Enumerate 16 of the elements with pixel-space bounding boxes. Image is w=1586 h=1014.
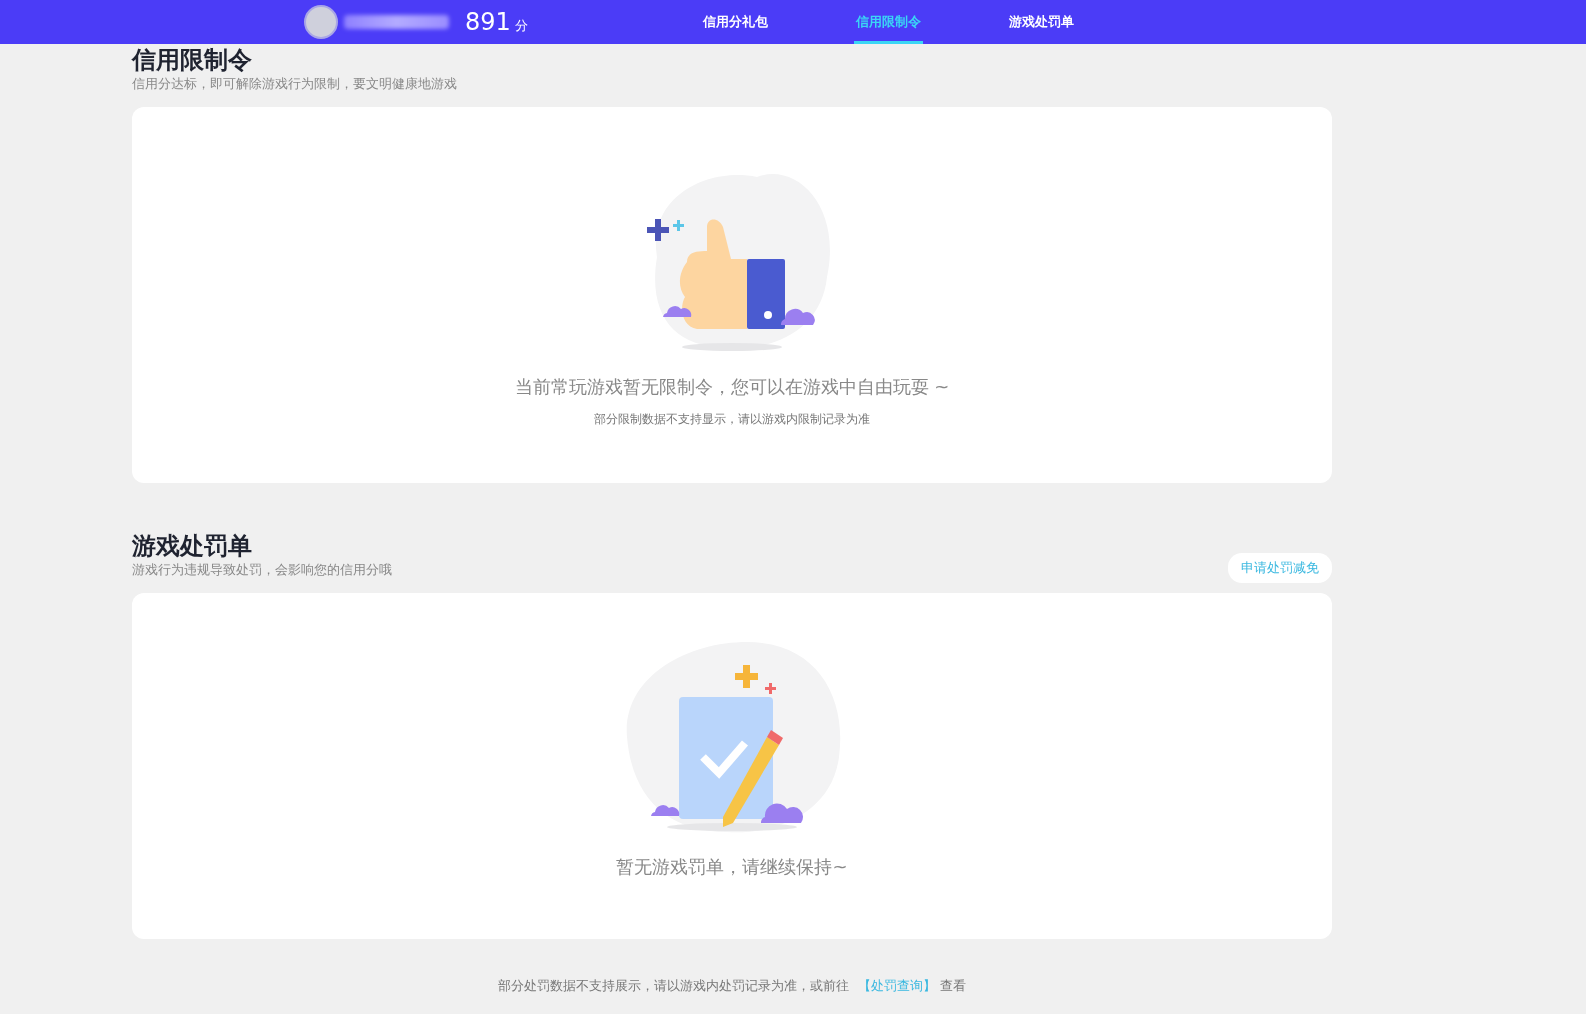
empty-message: 当前常玩游戏暂无限制令，您可以在游戏中自由玩耍 ~	[514, 375, 950, 399]
empty-message: 暂无游戏罚单，请继续保持~	[616, 855, 848, 879]
section-title: 信用限制令	[132, 45, 253, 75]
section-subtitle: 游戏行为违规导致处罚，会影响您的信用分哦	[132, 561, 392, 579]
section-title: 游戏处罚单	[132, 531, 253, 561]
nav-tab[interactable]: 游戏处罚单	[1006, 0, 1076, 44]
nav-tab[interactable]: 信用限制令	[853, 0, 923, 44]
credit-score: 891	[465, 8, 511, 36]
apply-button[interactable]: 申请处罚减免	[1228, 553, 1332, 583]
footer-note: 部分处罚数据不支持展示，请以游戏内处罚记录为准，或前往 【处罚查询】 查看	[497, 977, 967, 995]
section-subtitle: 信用分达标，即可解除游戏行为限制，要文明健康地游戏	[132, 75, 457, 93]
note-text: 部分限制数据不支持显示，请以游戏内限制记录为准	[594, 411, 870, 428]
nav-tab[interactable]: 信用分礼包	[700, 0, 770, 44]
avatar-icon	[304, 5, 338, 39]
score-unit: 分	[514, 17, 528, 35]
penalty-query-link[interactable]: 【处罚查询】	[857, 978, 936, 993]
